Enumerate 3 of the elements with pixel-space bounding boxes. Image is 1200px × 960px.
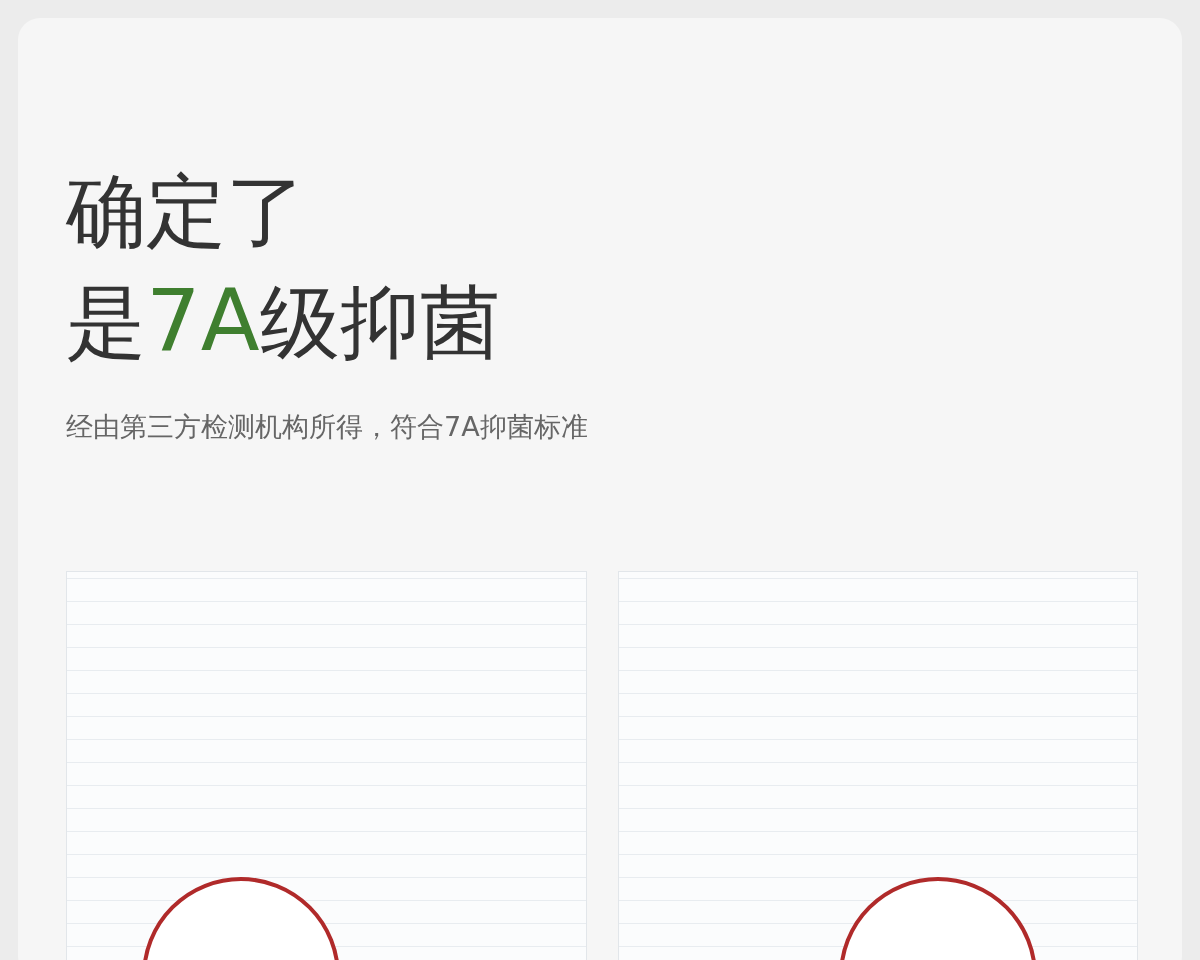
headline: 是7A级抑菌: [66, 269, 500, 372]
headline: 确定了: [66, 164, 306, 260]
subtitle: 经由第三方检测机构所得，符合7A抑菌标准: [66, 410, 588, 444]
